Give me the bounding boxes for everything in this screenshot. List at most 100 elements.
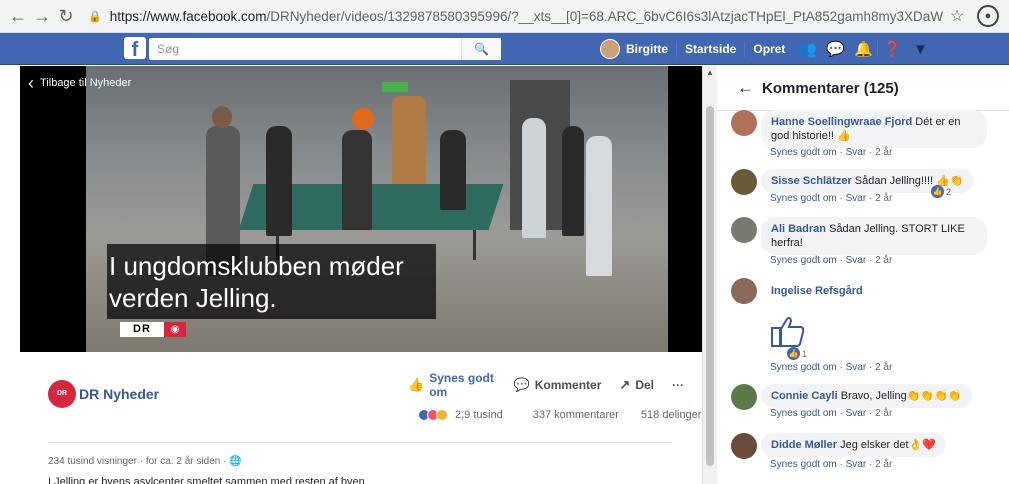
create-link[interactable]: Opret — [745, 33, 793, 65]
comment-button[interactable]: 💬 Kommenter — [514, 377, 602, 393]
comment-reply-link[interactable]: Svar — [846, 408, 867, 419]
video-player[interactable]: ‹ Tilbage til Nyheder I ungdomsklubben m… — [20, 66, 702, 352]
comment-author[interactable]: Didde Møller — [771, 439, 837, 451]
user-profile-link[interactable]: Birgitte — [626, 33, 676, 65]
comment-text: Jeg elsker det👌❤️ — [840, 439, 936, 451]
user-avatar[interactable] — [600, 39, 620, 59]
comment-meta: Synes godt om · Svar · 2 år — [770, 255, 893, 266]
commenter-avatar[interactable] — [731, 433, 757, 459]
more-options-icon: ··· — [672, 378, 684, 392]
comment-author[interactable]: Ali Badran — [771, 223, 826, 235]
back-to-news-link[interactable]: ‹ Tilbage til Nyheder — [28, 74, 132, 92]
comment-text: Bravo, Jelling👏👏👏👏 — [840, 390, 962, 402]
scroll-up-arrow-icon[interactable]: ▲ — [706, 68, 714, 77]
back-arrow-icon[interactable]: ← — [6, 4, 30, 28]
comment-count[interactable]: 337 kommentarer — [533, 409, 619, 421]
bookmark-star-icon[interactable]: ☆ — [943, 6, 971, 26]
comment-age[interactable]: 2 år — [875, 362, 892, 373]
like-button[interactable]: 👍 Synes godt om — [408, 371, 496, 399]
comment-reply-link[interactable]: Svar — [846, 459, 867, 470]
comment-like-link[interactable]: Synes godt om — [770, 362, 837, 373]
wow-reaction-icon — [436, 409, 448, 421]
url-path: /DRNyheder/videos/1329878580395996/?__xt… — [266, 8, 943, 24]
search-icon[interactable]: 🔍 — [461, 38, 501, 60]
video-person — [562, 126, 584, 236]
comment-like-link[interactable]: Synes godt om — [770, 193, 837, 204]
video-person-head — [212, 106, 232, 128]
comment-meta: Synes godt om · Svar · 2 år — [770, 193, 893, 204]
commenter-avatar[interactable] — [731, 169, 757, 195]
notifications-bell-icon[interactable]: 🔔 — [849, 33, 877, 65]
comment-age[interactable]: 2 år — [875, 147, 892, 158]
comment-reply-link[interactable]: Svar — [846, 193, 867, 204]
comment-age[interactable]: 2 år — [875, 255, 892, 266]
comments-title: Kommentarer (125) — [762, 79, 899, 97]
comment-author[interactable]: Connie Cayli — [771, 390, 838, 402]
comment-like-count: 2 — [946, 186, 952, 197]
address-bar[interactable]: 🔒 https://www.facebook.com/DRNyheder/vid… — [88, 3, 943, 29]
browser-toolbar: ← → ↻ 🔒 https://www.facebook.com/DRNyhed… — [0, 0, 1009, 33]
share-button[interactable]: ↗ Del — [619, 377, 654, 393]
comment-age[interactable]: 2 år — [875, 408, 892, 419]
reaction-icons[interactable] — [418, 409, 448, 421]
facebook-logo-icon[interactable]: f — [124, 37, 146, 59]
messenger-icon[interactable]: 💬 — [821, 33, 849, 65]
reaction-count[interactable]: 2,9 tusind — [455, 409, 503, 421]
comment-meta: Synes godt om · Svar · 2 år — [770, 147, 893, 158]
comment-bubble: Ingelise Refsgård — [761, 278, 873, 303]
post-info: DR DR Nyheder 👍 Synes godt om 💬 Kommente… — [20, 352, 702, 484]
forward-arrow-icon[interactable]: → — [30, 4, 54, 28]
commenter-avatar[interactable] — [731, 384, 757, 410]
comment-like-link[interactable]: Synes godt om — [770, 255, 837, 266]
thumbs-up-icon: 👍 — [408, 377, 425, 392]
comments-header: ← Kommentarer (125) — [737, 78, 899, 98]
comment-author[interactable]: Sisse Schlätzer — [771, 175, 852, 187]
commenter-avatar[interactable] — [731, 278, 757, 304]
comment-reply-link[interactable]: Svar — [846, 255, 867, 266]
header-nav: Birgitte Startside Opret 👥 💬 🔔 ❓ ▼ — [600, 33, 934, 65]
comment-like-badge[interactable]: 👍 2 — [931, 185, 951, 198]
comment-reply-link[interactable]: Svar — [846, 362, 867, 373]
comment-like-badge[interactable]: 👍 1 — [787, 347, 807, 360]
caption-line-1: I ungdomsklubben møder — [109, 251, 404, 281]
comment-age[interactable]: 2 år — [875, 459, 892, 470]
comment-meta: Synes godt om · Svar · 2 år — [770, 459, 893, 470]
view-count: 234 tusind visninger · for ca. 2 år side… — [48, 456, 242, 467]
post-divider — [48, 442, 672, 443]
page-avatar[interactable]: DR — [48, 380, 76, 408]
comment-age[interactable]: 2 år — [875, 193, 892, 204]
url-domain: https://www.facebook.com — [109, 8, 267, 24]
help-icon[interactable]: ❓ — [878, 33, 906, 65]
comment-bubble: Ali Badran Sådan Jelling. STORT LIKE her… — [761, 217, 987, 255]
scrollbar-thumb[interactable] — [706, 106, 714, 466]
comment-like-link[interactable]: Synes godt om — [770, 459, 837, 470]
account-menu-chevron-icon[interactable]: ▼ — [906, 33, 934, 65]
more-options-button[interactable]: ··· — [672, 378, 684, 392]
video-person — [522, 118, 546, 238]
comments-scrollbar[interactable]: ▲ — [703, 66, 717, 484]
arrow-left-icon[interactable]: ← — [737, 78, 754, 98]
friends-icon[interactable]: 👥 — [793, 33, 821, 65]
commenter-avatar[interactable] — [731, 110, 757, 136]
comment-reply-link[interactable]: Svar — [846, 147, 867, 158]
comment-bubble: Hanne Soellingwraae Fjord Dét er en god … — [761, 110, 987, 148]
video-person — [440, 130, 466, 210]
account-icon[interactable]: ● — [977, 5, 999, 27]
reload-icon[interactable]: ↻ — [54, 4, 78, 28]
comment-author[interactable]: Hanne Soellingwraae Fjord — [771, 116, 912, 128]
globe-icon: 🌐 — [229, 456, 242, 467]
share-count[interactable]: 518 delinger — [641, 409, 702, 421]
video-poster — [392, 96, 426, 190]
dr-logo-mark-icon: ◉ — [164, 322, 186, 337]
commenter-avatar[interactable] — [731, 217, 757, 243]
home-link[interactable]: Startside — [677, 33, 744, 65]
comment-like-link[interactable]: Synes godt om — [770, 147, 837, 158]
comment-like-link[interactable]: Synes godt om — [770, 408, 837, 419]
back-to-news-label: Tilbage til Nyheder — [40, 77, 132, 89]
dr-logo: DR ◉ — [120, 322, 186, 337]
comment-meta: Synes godt om · Svar · 2 år — [770, 408, 893, 419]
comment-meta: Synes godt om · Svar · 2 år — [770, 362, 893, 373]
search-input[interactable] — [149, 39, 461, 59]
comment-author[interactable]: Ingelise Refsgård — [771, 285, 863, 297]
page-name-link[interactable]: DR Nyheder — [79, 386, 159, 402]
